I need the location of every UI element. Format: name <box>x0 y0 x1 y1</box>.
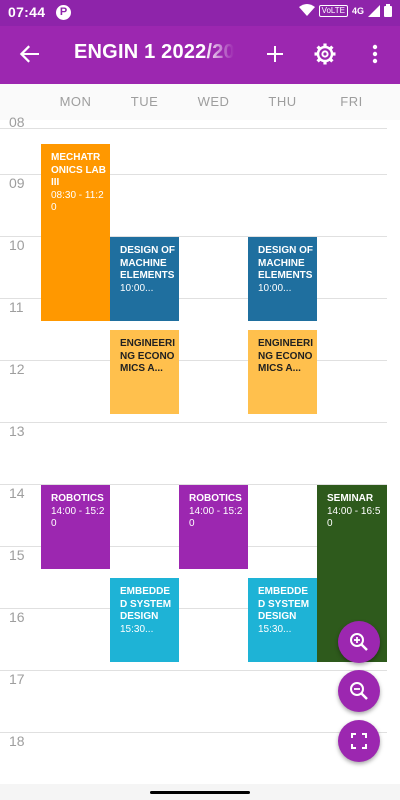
weekday-header: MON TUE WED THU FRI <box>0 84 400 120</box>
event-time: 14:00 - 15:20 <box>189 505 243 530</box>
event-time: 08:30 - 11:20 <box>51 189 104 214</box>
day-header-fri: FRI <box>340 94 363 109</box>
event-card[interactable]: DESIGN OF MACHINE ELEMENTS 10:00... <box>248 237 317 321</box>
event-title: ROBOTICS <box>51 493 104 504</box>
hour-label: 11 <box>9 299 24 315</box>
hour-label: 08 <box>9 114 25 130</box>
zoom-in-icon <box>350 633 368 651</box>
hour-label: 15 <box>9 547 25 563</box>
hour-label: 18 <box>9 733 25 749</box>
event-card[interactable]: EMBEDDED SYSTEM DESIGN 15:30... <box>248 578 317 662</box>
battery-icon <box>384 4 392 17</box>
network-type: 4G <box>351 5 364 16</box>
status-bar: 07:44 P VoLTE 4G <box>0 0 400 26</box>
app-notification-icon: P <box>56 5 71 20</box>
zoom-out-icon <box>350 682 368 700</box>
settings-button[interactable] <box>309 38 341 70</box>
day-header-wed: WED <box>197 94 230 109</box>
hour-label: 09 <box>9 175 25 191</box>
hour-label: 12 <box>9 361 25 377</box>
status-icons: VoLTE 4G <box>298 4 392 17</box>
system-navigation-bar <box>0 784 400 800</box>
event-time: 15:30... <box>120 623 154 635</box>
event-card[interactable]: MECHATRONICS LAB III 08:30 - 11:20 <box>41 144 110 321</box>
day-header-mon: MON <box>59 94 92 109</box>
event-time: 15:30... <box>258 623 292 635</box>
hour-label: 16 <box>9 609 25 625</box>
status-time: 07:44 <box>8 4 46 20</box>
zoom-in-button[interactable] <box>338 621 380 663</box>
hour-label: 10 <box>9 237 25 253</box>
more-options-button[interactable] <box>359 38 391 70</box>
event-card[interactable]: DESIGN OF MACHINE ELEMENTS 10:00... <box>110 237 179 321</box>
app-toolbar: ENGIN 1 2022/2023 <box>0 26 400 84</box>
more-vert-icon <box>372 44 378 64</box>
event-title: DESIGN OF MACHINE ELEMENTS <box>120 245 176 281</box>
event-title: DESIGN OF MACHINE ELEMENTS <box>258 245 314 281</box>
fit-screen-button[interactable] <box>338 720 380 762</box>
zoom-out-button[interactable] <box>338 670 380 712</box>
back-button[interactable] <box>14 38 46 70</box>
plus-icon <box>267 46 283 62</box>
hour-label: 14 <box>9 485 25 501</box>
event-title: EMBEDDED SYSTEM DESIGN <box>120 586 172 622</box>
event-time: 10:00... <box>258 282 292 294</box>
arrow-back-icon <box>19 45 39 63</box>
event-card[interactable]: ROBOTICS 14:00 - 15:20 <box>41 485 110 569</box>
event-title: MECHATRONICS LAB III <box>51 152 106 188</box>
day-header-tue: TUE <box>130 94 159 109</box>
home-gesture-handle[interactable] <box>150 791 250 794</box>
fullscreen-icon <box>351 733 367 749</box>
event-title: ROBOTICS <box>189 493 242 504</box>
event-title: SEMINAR <box>327 493 374 504</box>
day-header-thu: THU <box>268 94 297 109</box>
wifi-icon <box>298 4 315 16</box>
event-card[interactable]: EMBEDDED SYSTEM DESIGN 15:30... <box>110 578 179 662</box>
gear-icon <box>314 43 336 65</box>
add-button[interactable] <box>259 38 291 70</box>
signal-icon <box>368 4 380 17</box>
event-time: 14:00 - 16:50 <box>327 505 381 530</box>
event-card[interactable]: ENGINEERING ECONOMICS A... <box>110 330 179 414</box>
event-title: ENGINEERING ECONOMICS A... <box>258 338 314 374</box>
volte-badge: VoLTE <box>318 4 348 17</box>
hour-label: 17 <box>9 671 25 687</box>
hour-label: 13 <box>9 423 25 439</box>
event-title: ENGINEERING ECONOMICS A... <box>120 338 176 374</box>
event-time: 14:00 - 15:20 <box>51 505 105 530</box>
event-time: 10:00... <box>120 282 154 294</box>
event-card[interactable]: ROBOTICS 14:00 - 15:20 <box>179 485 248 569</box>
event-title: EMBEDDED SYSTEM DESIGN <box>258 586 310 622</box>
event-card[interactable]: ENGINEERING ECONOMICS A... <box>248 330 317 414</box>
